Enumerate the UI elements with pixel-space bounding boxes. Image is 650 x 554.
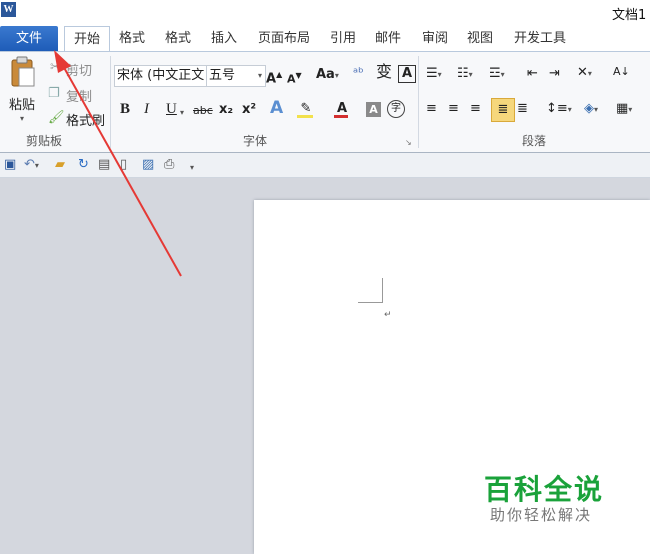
annotation-arrow xyxy=(54,50,182,277)
arrow-head xyxy=(54,50,71,73)
arrow-shaft xyxy=(61,63,182,277)
